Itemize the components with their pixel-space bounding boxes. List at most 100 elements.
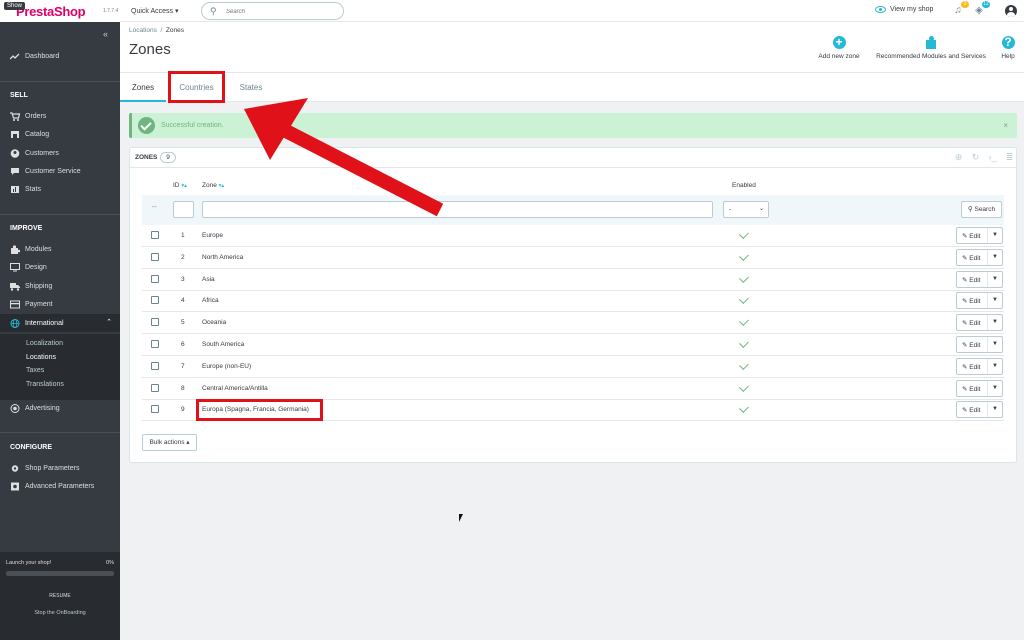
sidebar-item-orders[interactable]: Orders [0, 107, 120, 125]
tab-states[interactable]: States [227, 73, 275, 102]
sidebar-item-shipping[interactable]: Shipping [0, 277, 120, 295]
row-checkbox[interactable] [151, 274, 159, 283]
check-icon[interactable] [739, 229, 749, 239]
submenu-item-locations[interactable]: Locations [26, 354, 56, 361]
row-checkbox[interactable] [151, 296, 159, 305]
submenu-item-localization[interactable]: Localization [26, 340, 63, 347]
table-row[interactable]: 8 Central America/Antilla ✎ Edit ▼ [142, 378, 1004, 400]
sidebar-item-payment[interactable]: Payment [0, 295, 120, 313]
sort-icon[interactable]: ▾▴ [219, 183, 225, 189]
caret-down-icon[interactable]: ▼ [987, 402, 1002, 418]
table-row[interactable]: 5 Oceania ✎ Edit ▼ [142, 312, 1004, 335]
row-checkbox[interactable] [151, 361, 159, 370]
table-row[interactable]: 7 Europe (non-EU) ✎ Edit ▼ [142, 356, 1004, 378]
caret-down-icon[interactable]: ▼ [987, 358, 1002, 374]
filter-zone-input[interactable] [202, 201, 713, 218]
filter-enabled-select[interactable]: - ⌄ [723, 201, 769, 218]
check-icon[interactable] [739, 294, 749, 305]
quick-access-menu[interactable]: Quick Access ▾ [131, 7, 178, 15]
cart-icon [10, 111, 21, 121]
close-icon[interactable]: × [1003, 121, 1008, 130]
orders-icon[interactable]: ◈ 12 [973, 1, 990, 17]
row-checkbox[interactable] [151, 231, 159, 239]
sidebar-item-design[interactable]: Design [0, 258, 120, 276]
sidebar-item-shop-parameters[interactable]: Shop Parameters [0, 459, 120, 477]
stop-onboarding-link[interactable]: Stop the OnBoarding [0, 610, 120, 616]
sql-icon[interactable]: ›_ [987, 152, 998, 163]
sidebar-item-customers[interactable]: Customers [0, 144, 120, 162]
table-row[interactable]: 4 Africa ✎ Edit ▼ [142, 290, 1004, 313]
edit-button[interactable]: ✎ Edit ▼ [956, 401, 1003, 419]
check-icon[interactable] [739, 359, 749, 370]
row-checkbox[interactable] [151, 252, 159, 261]
row-checkbox[interactable] [151, 318, 159, 327]
section-title-improve: IMPROVE [10, 225, 43, 232]
column-header-zone[interactable]: Zone ▾▴ [202, 182, 224, 189]
caret-down-icon[interactable]: ▼ [987, 337, 1002, 352]
edit-button[interactable]: ✎ Edit ▼ [956, 270, 1003, 288]
edit-button[interactable]: ✎ Edit ▼ [956, 336, 1003, 353]
logo-area[interactable]: PrestaShop Show 1.7.7.4 [0, 0, 120, 22]
recommended-modules-button[interactable]: Recommended Modules and Services [871, 36, 991, 60]
filter-id-input[interactable] [173, 201, 194, 218]
sidebar-item-customer-service[interactable]: Customer Service [0, 162, 120, 180]
search-button[interactable]: ⚲ Search [961, 201, 1002, 218]
check-icon[interactable] [739, 403, 749, 414]
database-icon[interactable]: ≣ [1004, 152, 1015, 163]
check-icon[interactable] [739, 316, 749, 327]
row-checkbox[interactable] [151, 383, 159, 392]
sidebar-item-advanced-parameters[interactable]: Advanced Parameters [0, 477, 120, 495]
check-icon[interactable] [739, 272, 749, 283]
add-new-zone-button[interactable]: + Add new zone [817, 36, 861, 61]
edit-button[interactable]: ✎ Edit ▼ [956, 357, 1003, 375]
sidebar-item-label: Advanced Parameters [25, 482, 95, 490]
collapse-sidebar-icon[interactable]: « [103, 29, 108, 39]
add-icon[interactable]: ⊕ [953, 152, 964, 163]
edit-button[interactable]: ✎ Edit ▼ [956, 292, 1003, 310]
caret-down-icon[interactable]: ▼ [987, 271, 1002, 287]
bell-icon[interactable]: ♫ 3 [952, 1, 969, 17]
check-icon[interactable] [739, 250, 749, 261]
sidebar-item-dashboard[interactable]: Dashboard [0, 47, 120, 65]
table-row[interactable]: 2 North America ✎ Edit ▼ [142, 247, 1004, 269]
show-label[interactable]: Show [4, 2, 26, 10]
check-icon[interactable] [739, 381, 749, 392]
help-button[interactable]: ? Help [999, 36, 1017, 61]
sidebar-item-international[interactable]: International ⌃ [0, 314, 120, 332]
table-row[interactable]: 6 South America ✎ Edit ▼ [142, 334, 1004, 356]
search-input[interactable] [226, 6, 336, 17]
search-box[interactable]: ⚲ [201, 2, 344, 20]
breadcrumb-parent[interactable]: Locations [129, 27, 157, 34]
check-icon[interactable] [739, 338, 749, 348]
table-row[interactable]: 3 Asia ✎ Edit ▼ [142, 269, 1004, 291]
prestashop-logo[interactable]: PrestaShop [16, 4, 86, 19]
caret-down-icon[interactable]: ▼ [987, 228, 1002, 243]
caret-down-icon[interactable]: ▼ [987, 293, 1002, 309]
column-header-id[interactable]: ID ▾▴ [173, 182, 187, 189]
table-row[interactable]: 1 Europe ✎ Edit ▼ [142, 225, 1004, 247]
tab-zones[interactable]: Zones [120, 73, 166, 102]
bulk-actions-button[interactable]: Bulk actions ▴ [142, 434, 197, 451]
view-shop-link[interactable]: View my shop [875, 6, 933, 13]
submenu-item-taxes[interactable]: Taxes [26, 367, 44, 374]
sidebar-item-catalog[interactable]: Catalog [0, 125, 120, 143]
sidebar-item-advertising[interactable]: Advertising [0, 399, 120, 417]
edit-button[interactable]: ✎ Edit ▼ [956, 227, 1003, 244]
edit-button[interactable]: ✎ Edit ▼ [956, 314, 1003, 332]
user-avatar-icon[interactable] [1005, 5, 1017, 17]
caret-down-icon[interactable]: ▼ [987, 249, 1002, 265]
edit-button[interactable]: ✎ Edit ▼ [956, 248, 1003, 266]
sidebar-item-modules[interactable]: Modules [0, 240, 120, 258]
launch-shop-label: Launch your shop! [6, 560, 52, 566]
edit-button[interactable]: ✎ Edit ▼ [956, 379, 1003, 397]
caret-down-icon[interactable]: ▼ [987, 380, 1002, 396]
resume-button[interactable]: RESUME [39, 589, 81, 604]
row-id: 3 [181, 275, 185, 283]
sidebar-item-stats[interactable]: Stats [0, 180, 120, 198]
row-checkbox[interactable] [151, 405, 159, 414]
refresh-icon[interactable]: ↻ [970, 152, 981, 163]
submenu-item-translations[interactable]: Translations [26, 381, 64, 388]
row-checkbox[interactable] [151, 340, 159, 348]
caret-down-icon[interactable]: ▼ [987, 315, 1002, 331]
sort-icon[interactable]: ▾▴ [181, 183, 187, 189]
